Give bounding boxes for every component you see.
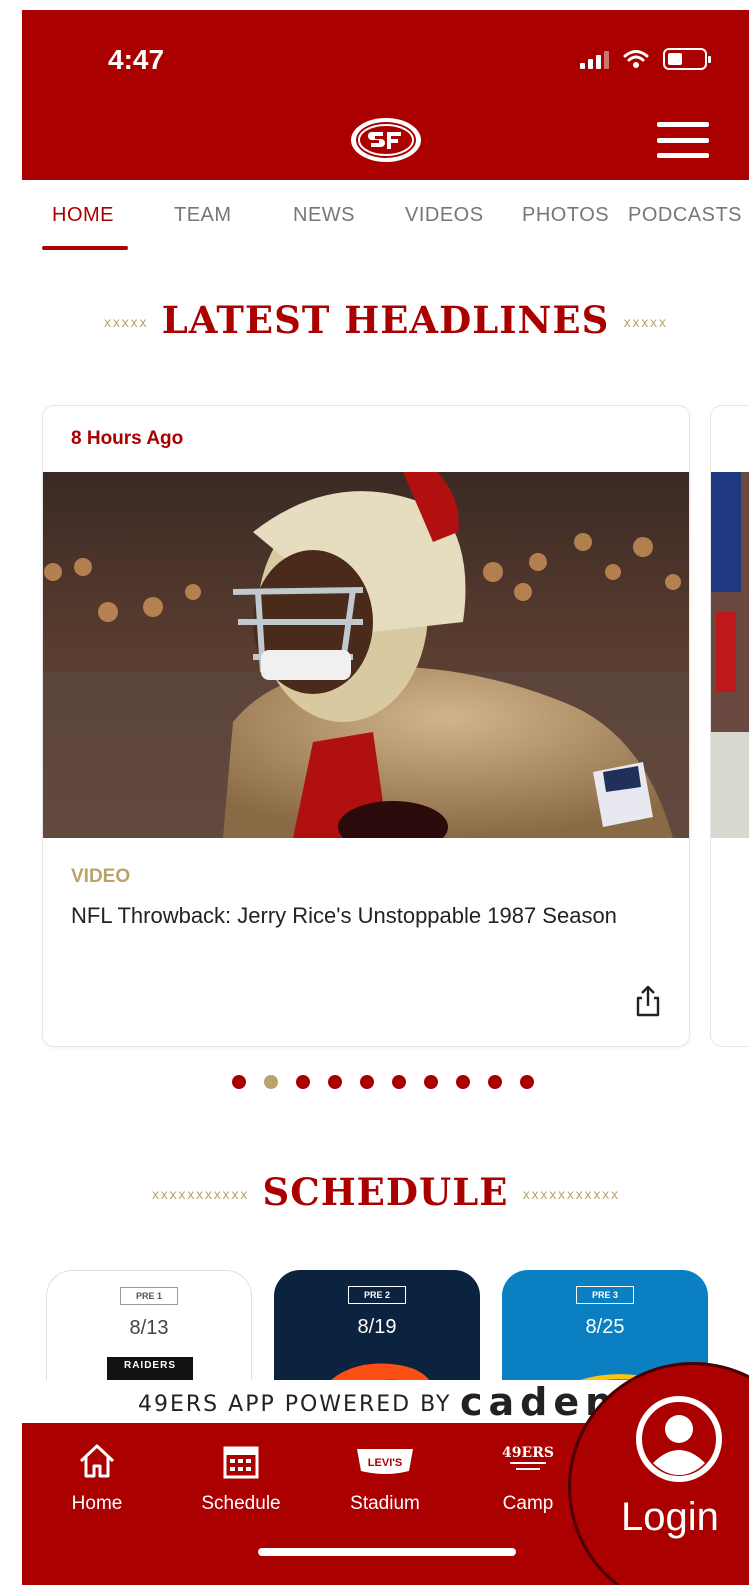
carousel-dot[interactable] <box>520 1075 534 1089</box>
nav-home[interactable]: Home <box>42 1441 152 1515</box>
decorative-divider: xxxxx <box>623 316 668 331</box>
card-timestamp: 8 Hours Ago <box>71 428 184 449</box>
carousel-dot[interactable] <box>264 1075 278 1089</box>
hamburger-menu-button[interactable] <box>657 122 709 158</box>
tab-photos[interactable]: PHOTOS <box>522 204 609 227</box>
levis-logo-text: LEVI'S <box>368 1457 402 1469</box>
nav-schedule[interactable]: Schedule <box>186 1441 296 1515</box>
cellular-signal-icon <box>580 49 609 69</box>
game-date: 8/19 <box>357 1316 397 1338</box>
app-header: 4:47 <box>22 10 749 180</box>
49ers-logo-icon[interactable] <box>349 116 423 164</box>
game-date: 8/13 <box>129 1317 169 1339</box>
nav-stadium-label: Stadium <box>350 1493 420 1514</box>
home-indicator[interactable] <box>258 1548 516 1556</box>
card-content-type: VIDEO <box>71 866 131 887</box>
calendar-icon <box>223 1446 259 1479</box>
carousel-dot[interactable] <box>360 1075 374 1089</box>
decorative-divider: xxxxxxxxxxx <box>522 1188 620 1203</box>
carousel-dot[interactable] <box>488 1075 502 1089</box>
carousel-pagination <box>232 1075 534 1089</box>
game-week-badge: PRE 2 <box>348 1286 406 1304</box>
next-card-thumbnail-image <box>711 472 749 838</box>
share-icon[interactable] <box>631 984 665 1018</box>
carousel-dot[interactable] <box>232 1075 246 1089</box>
nav-camp[interactable]: 49ERS Camp <box>478 1441 578 1515</box>
tab-news[interactable]: NEWS <box>293 204 355 227</box>
card-thumbnail-image[interactable] <box>43 472 690 838</box>
status-time: 4:47 <box>108 44 165 75</box>
headline-card[interactable]: 8 Hours Ago VIDEO NFL Throwback: Jerry R… <box>42 405 690 1047</box>
tab-podcasts[interactable]: PODCASTS <box>628 204 742 227</box>
status-icons <box>580 48 711 70</box>
active-tab-indicator <box>42 246 128 250</box>
nav-schedule-label: Schedule <box>201 1493 281 1514</box>
card-headline[interactable]: NFL Throwback: Jerry Rice's Unstoppable … <box>71 900 631 931</box>
schedule-heading: xxxxxxxxxxx SCHEDULE xxxxxxxxxxx <box>151 1170 620 1214</box>
nav-home-label: Home <box>71 1493 123 1514</box>
tab-home[interactable]: HOME <box>52 204 114 227</box>
battery-icon <box>663 48 711 70</box>
tab-videos[interactable]: VIDEOS <box>405 204 484 227</box>
carousel-dot[interactable] <box>392 1075 406 1089</box>
game-week-badge: PRE 1 <box>120 1287 178 1305</box>
decorative-divider: xxxxxxxxxxx <box>151 1188 249 1203</box>
app-screen: 4:47 HOME TEAM NEWS VIDEOS PHOTOS PODCAS… <box>22 10 749 1585</box>
powered-by-text: 49ERS APP POWERED BY <box>138 1392 452 1417</box>
camp-logo-text: 49ERS <box>502 1445 554 1461</box>
carousel-dot[interactable] <box>456 1075 470 1089</box>
login-label: Login <box>621 1495 719 1539</box>
decorative-divider: xxxxx <box>103 316 148 331</box>
wifi-icon <box>623 50 649 68</box>
tab-team[interactable]: TEAM <box>174 204 232 227</box>
carousel-dot[interactable] <box>328 1075 342 1089</box>
49ers-camp-icon: 49ERS <box>502 1445 554 1470</box>
latest-headlines-heading: xxxxx LATEST HEADLINES xxxxx <box>103 298 668 342</box>
nav-stadium[interactable]: LEVI'S Stadium <box>330 1441 440 1515</box>
carousel-dot[interactable] <box>424 1075 438 1089</box>
nav-camp-label: Camp <box>502 1493 554 1514</box>
levis-stadium-icon: LEVI'S <box>357 1449 413 1474</box>
carousel-dot[interactable] <box>296 1075 310 1089</box>
game-date: 8/25 <box>585 1316 625 1338</box>
user-profile-icon <box>636 1396 722 1482</box>
next-headline-card[interactable] <box>710 405 749 1047</box>
section-tabs: HOME TEAM NEWS VIDEOS PHOTOS PODCASTS <box>22 180 749 260</box>
home-icon <box>79 1444 115 1478</box>
game-week-badge: PRE 3 <box>576 1286 634 1304</box>
